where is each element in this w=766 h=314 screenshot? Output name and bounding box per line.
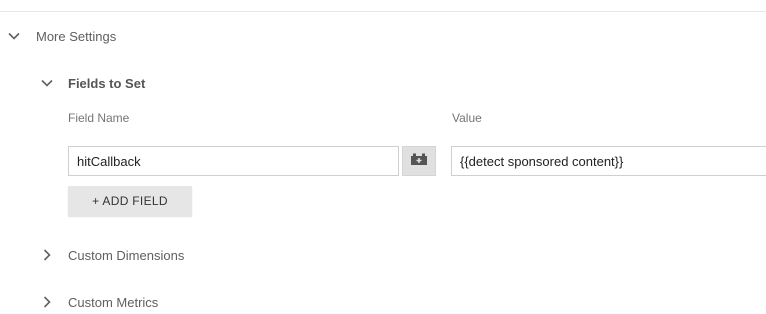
top-divider: [0, 11, 766, 12]
chevron-right-icon: [39, 294, 55, 310]
field-value-input[interactable]: [451, 146, 766, 176]
custom-metrics-toggle[interactable]: Custom Metrics: [39, 294, 158, 310]
add-field-button[interactable]: + ADD FIELD: [68, 186, 192, 216]
chevron-down-icon: [6, 28, 22, 44]
field-name-input[interactable]: [68, 146, 399, 176]
variable-picker-button[interactable]: [402, 146, 436, 176]
chevron-down-icon: [39, 75, 55, 91]
custom-dimensions-label: Custom Dimensions: [68, 247, 185, 263]
more-settings-label: More Settings: [36, 28, 117, 44]
more-settings-toggle[interactable]: More Settings: [6, 28, 116, 44]
chevron-right-icon: [39, 247, 55, 263]
value-column-header: Value: [452, 111, 482, 125]
custom-metrics-label: Custom Metrics: [68, 294, 159, 310]
fields-to-set-toggle[interactable]: Fields to Set: [39, 75, 145, 91]
variable-picker-icon: [409, 152, 429, 171]
fields-to-set-label: Fields to Set: [68, 75, 146, 91]
field-name-column-header: Field Name: [68, 111, 130, 125]
custom-dimensions-toggle[interactable]: Custom Dimensions: [39, 247, 184, 263]
